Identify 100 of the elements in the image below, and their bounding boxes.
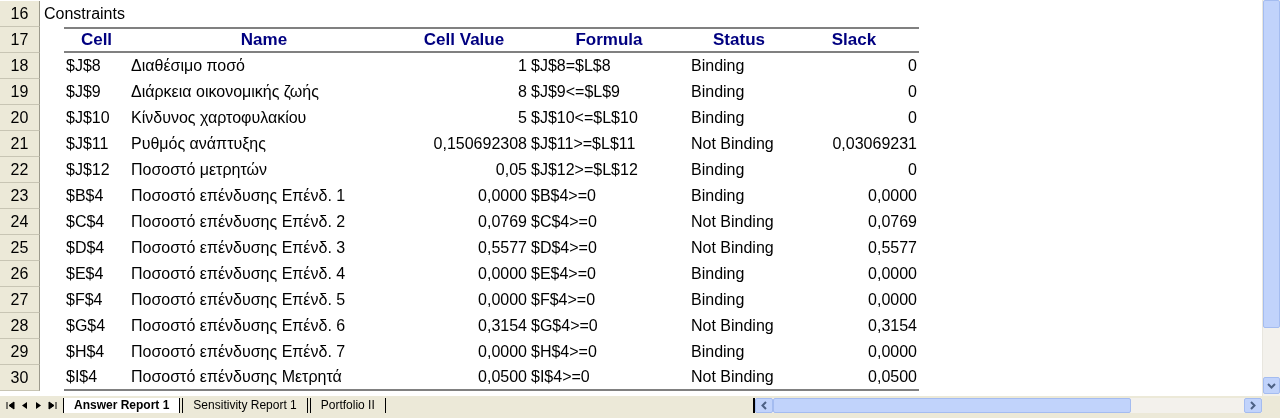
column-header: Slack [830,30,878,50]
scroll-thumb[interactable] [773,397,1131,413]
row-header[interactable]: 19 [0,79,40,105]
table-cell-text: 0,0000 [477,265,528,283]
table-cell-text: Ρυθμός ανάπτυξης [130,135,267,153]
table-cell-text: $D$4 [65,239,106,257]
table-cell-text: 0 [907,83,918,101]
previous-sheet-icon[interactable] [20,400,29,410]
table-cell-text: $C$4 [65,213,106,231]
row-header[interactable]: 30 [0,365,40,391]
table-cell-text: $B$4>=0 [530,187,597,205]
table-cell-text: 0,0000 [867,187,918,205]
table-cell-text: 0,05 [494,161,528,179]
scroll-thumb[interactable] [1263,0,1280,328]
table-cell-text: 0,150692308 [432,135,528,153]
table-cell-text: 0,0000 [477,291,528,309]
table-cell-text: 0,0500 [477,368,528,386]
table-cell-text: $J$12 [65,161,111,179]
table-cell-text: Ποσοστό επένδυσης Επένδ. 4 [130,265,347,283]
row-header[interactable]: 18 [0,53,40,79]
table-cell-text: 0 [907,161,918,179]
table-cell-text: $J$12>=$L$12 [530,161,639,179]
table-cell-text: $H$4 [65,343,106,361]
column-header: Status [712,30,766,50]
column-header: Cell Value [422,30,506,50]
table-cell-text: 0,0000 [477,187,528,205]
table-cell-text: $J$8 [65,57,102,75]
row-header[interactable]: 25 [0,235,40,261]
table-cell-text: $F$4 [65,291,104,309]
table-cell-text: Ποσοστό επένδυσης Επένδ. 7 [130,343,347,361]
chevron-left-icon [761,400,767,410]
table-cell-text: $J$10 [65,109,111,127]
table-cell-text: Binding [690,57,746,75]
table-cell-text: 8 [517,83,528,101]
row-header[interactable]: 21 [0,131,40,157]
table-cell-text: 0,3154 [477,317,528,335]
sheet-tab[interactable]: Sensitivity Report 1 [182,397,308,413]
sheet-tab[interactable]: Portfolio II [309,397,386,413]
table-cell-text: 0,0000 [867,291,918,309]
chevron-right-icon [1250,400,1256,410]
row-header[interactable]: 17 [0,27,40,53]
table-cell-text: Ποσοστό επένδυσης Επένδ. 5 [130,291,347,309]
section-title: Constraints [43,5,125,23]
table-cell-text: Ποσοστό επένδυσης Επένδ. 2 [130,213,347,231]
table-cell-text: $G$4>=0 [530,317,599,335]
table-cell-text: $J$11>=$L$11 [530,135,637,153]
last-sheet-icon[interactable] [48,400,57,410]
table-cell-text: 0,5577 [477,239,528,257]
row-header[interactable]: 23 [0,183,40,209]
row-header[interactable]: 24 [0,209,40,235]
row-header[interactable]: 20 [0,105,40,131]
table-cell-text: Binding [690,161,746,179]
row-header[interactable]: 27 [0,287,40,313]
table-cell-text: Binding [690,83,746,101]
row-header[interactable]: 16 [0,1,40,27]
table-cell-text: $D$4>=0 [530,239,598,257]
table-cell-text: 0,0769 [477,213,528,231]
chevron-down-icon [1267,382,1276,389]
scroll-down-button[interactable] [1263,377,1280,394]
table-cell-text: 0,5577 [867,239,918,257]
first-sheet-icon[interactable] [6,400,15,410]
row-header[interactable]: 26 [0,261,40,287]
table-cell-text: $J$10<=$L$10 [530,109,639,127]
table-cell-text: Binding [690,291,746,309]
table-cell-text: Διαθέσιμο ποσό [130,57,246,75]
table-cell-text: 0,0000 [477,343,528,361]
column-header: Formula [574,30,644,50]
table-cell-text: Not Binding [690,368,775,386]
row-header[interactable]: 29 [0,339,40,365]
table-cell-text: 0,0500 [867,368,918,386]
table-cell-text: Διάρκεια οικονομικής ζωής [130,83,320,101]
table-cell-text: Binding [690,265,746,283]
table-cell-text: Binding [690,187,746,205]
table-cell-text: 0 [907,109,918,127]
scroll-right-button[interactable] [1244,397,1262,413]
scroll-left-button[interactable] [755,397,773,413]
sheet-tab[interactable]: Answer Report 1 [63,397,181,413]
column-header: Cell [79,30,114,50]
table-cell-text: $F$4>=0 [530,291,597,309]
next-sheet-icon[interactable] [34,400,43,410]
table-cell-text: $G$4 [65,317,107,335]
table-cell-text: Not Binding [690,239,775,257]
table-cell-text: $H$4>=0 [530,343,598,361]
table-cell-text: $J$9<=$L$9 [530,83,621,101]
table-cell-text: Not Binding [690,213,775,231]
column-header: Name [239,30,289,50]
table-cell-text: $B$4 [65,187,105,205]
table-cell-text: Κίνδυνος χαρτοφυλακίου [130,109,308,127]
table-cell-text: 0,0000 [867,343,918,361]
table-cell-text: Ποσοστό μετρητών [130,161,269,179]
table-cell-text: $I$4>=0 [530,368,591,386]
row-header[interactable]: 22 [0,157,40,183]
table-cell-text: Ποσοστό επένδυσης Μετρητά [130,368,343,386]
table-cell-text: $I$4 [65,368,99,386]
table-cell-text: Binding [690,343,746,361]
vertical-scrollbar[interactable] [1262,0,1280,396]
table-cell-text: $E$4>=0 [530,265,597,283]
row-header[interactable]: 28 [0,313,40,339]
table-cell-text: $E$4 [65,265,105,283]
horizontal-scrollbar[interactable] [753,397,1262,413]
